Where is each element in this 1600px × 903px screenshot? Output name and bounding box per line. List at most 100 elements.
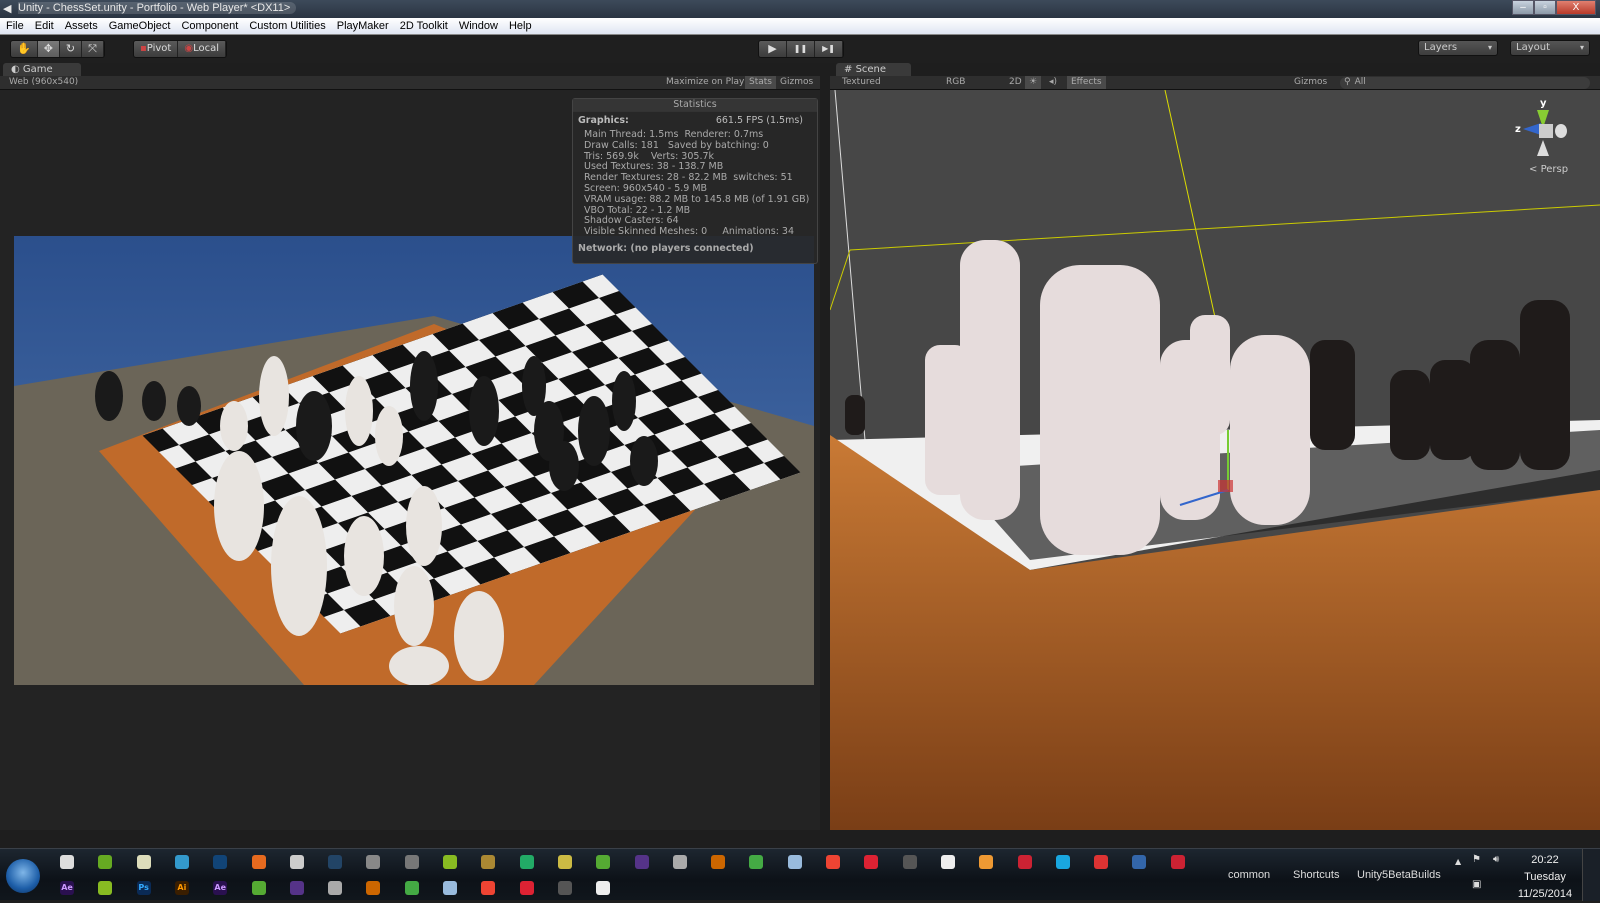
taskbar-hearthstone-icon[interactable] xyxy=(749,855,764,869)
taskbar-logitech-icon[interactable] xyxy=(213,855,228,869)
menu-edit[interactable]: Edit xyxy=(29,18,59,34)
minimize-button[interactable]: – xyxy=(1512,0,1534,15)
pause-button[interactable]: ❚❚ xyxy=(787,41,815,57)
taskbar-notes-icon[interactable] xyxy=(596,855,611,869)
taskbar-app1-icon[interactable] xyxy=(940,855,955,869)
scene-render xyxy=(830,90,1600,830)
menu-custom-utilities[interactable]: Custom Utilities xyxy=(243,18,330,34)
network-tray-icon[interactable]: ▣ xyxy=(1472,879,1481,890)
menu-component[interactable]: Component xyxy=(175,18,243,34)
taskbar-clock-icon[interactable] xyxy=(60,855,74,869)
scene-view[interactable]: y z < Persp xyxy=(830,90,1600,830)
taskbar-warcraft-icon[interactable] xyxy=(711,855,726,869)
taskbar-ae-icon[interactable]: Ae xyxy=(60,881,74,895)
taskbar-firefox-icon[interactable] xyxy=(251,855,266,869)
maximize-on-play-toggle[interactable]: Maximize on Play xyxy=(662,76,748,89)
layers-dropdown[interactable]: Layers xyxy=(1418,40,1498,56)
taskbar-ai-icon[interactable]: Ai xyxy=(174,881,189,895)
step-button[interactable]: ▶❚ xyxy=(815,41,843,57)
taskbar-spotify-icon[interactable] xyxy=(443,855,457,869)
clock[interactable]: 20:22 Tuesday 11/25/2014 xyxy=(1515,852,1575,903)
menu-file[interactable]: File xyxy=(0,18,29,34)
taskbar-paint-icon[interactable] xyxy=(557,881,572,895)
stats-toggle[interactable]: Stats xyxy=(745,76,776,89)
taskbar-camtasia-icon[interactable] xyxy=(404,881,419,895)
rotate-tool-button[interactable]: ↻ xyxy=(60,41,83,57)
taskbar-chrome-icon[interactable] xyxy=(289,855,304,869)
volume-icon[interactable]: 🔊︎ xyxy=(1493,854,1499,865)
toolbar-shortcuts[interactable]: Shortcuts xyxy=(1293,869,1339,881)
menu-window[interactable]: Window xyxy=(453,18,503,34)
taskbar-itunes-icon[interactable] xyxy=(404,855,419,869)
taskbar-notepad-icon[interactable] xyxy=(557,855,572,869)
audio-toggle-icon[interactable]: ◂) xyxy=(1045,76,1061,89)
pivot-button[interactable]: ▪Pivot xyxy=(134,41,179,57)
taskbar-utorrent-icon[interactable] xyxy=(366,855,381,869)
menu-playmaker[interactable]: PlayMaker xyxy=(331,18,394,34)
taskbar-visual-studio-icon[interactable] xyxy=(634,855,649,869)
tray-expand-icon[interactable]: ▲ xyxy=(1455,857,1461,866)
close-button[interactable]: X xyxy=(1556,0,1596,15)
taskbar-app4-icon[interactable] xyxy=(1055,855,1070,869)
effects-dropdown[interactable]: Effects xyxy=(1067,76,1106,89)
taskbar: Ae Ps Ai Ae common Shortcuts Unity5BetaBuil… xyxy=(0,848,1600,903)
scene-search-input[interactable]: ⚲ All xyxy=(1340,77,1590,89)
taskbar-tool-icon[interactable] xyxy=(174,855,189,869)
scene-orientation-gizmo[interactable]: y z < Persp xyxy=(1515,98,1575,178)
taskbar-ae-icon[interactable]: Ae xyxy=(213,881,228,895)
action-center-flag-icon[interactable]: ⚑ xyxy=(1472,854,1481,865)
taskbar-media-encoder-icon[interactable] xyxy=(98,881,113,895)
taskbar-google-earth-icon[interactable] xyxy=(519,881,534,895)
taskbar-bm-icon[interactable] xyxy=(481,855,496,869)
taskbar-league-icon[interactable] xyxy=(672,855,687,869)
menu-help[interactable]: Help xyxy=(503,18,537,34)
taskbar-maya-icon[interactable] xyxy=(328,881,343,895)
taskbar-origin-icon[interactable] xyxy=(826,855,840,869)
move-tool-button[interactable]: ✥ xyxy=(37,41,60,57)
restore-button[interactable]: ▫ xyxy=(1534,0,1556,15)
taskbar-pen-icon[interactable] xyxy=(902,855,917,869)
2d-toggle[interactable]: 2D xyxy=(1005,76,1026,89)
play-button[interactable]: ▶ xyxy=(759,41,787,57)
menu-gameobject[interactable]: GameObject xyxy=(103,18,176,34)
taskbar-app3-icon[interactable] xyxy=(1017,855,1032,869)
taskbar-photoshop-icon[interactable] xyxy=(1132,855,1147,869)
taskbar-chat-icon[interactable] xyxy=(519,855,534,869)
taskbar-app2-icon[interactable] xyxy=(979,855,994,869)
gizmos-dropdown[interactable]: Gizmos xyxy=(776,76,817,89)
clock-time: 20:22 xyxy=(1531,854,1559,866)
menu-assets[interactable]: Assets xyxy=(59,18,103,34)
taskbar-illustrator-icon[interactable] xyxy=(1170,855,1185,869)
lighting-toggle-icon[interactable]: ☀ xyxy=(1025,76,1042,89)
taskbar-steam-icon[interactable] xyxy=(787,855,802,869)
show-desktop-button[interactable] xyxy=(1582,849,1600,901)
taskbar-inkscape-icon[interactable] xyxy=(289,881,304,895)
tab-scene[interactable]: # Scene xyxy=(836,63,911,77)
channel-dropdown[interactable]: RGB xyxy=(942,76,992,89)
taskbar-sketchup-icon[interactable] xyxy=(596,881,611,895)
scale-tool-button[interactable]: ⤧ xyxy=(82,41,104,57)
scene-gizmos-dropdown[interactable]: Gizmos xyxy=(1290,76,1331,89)
taskbar-ps-icon[interactable]: Ps xyxy=(136,881,151,895)
layout-dropdown[interactable]: Layout xyxy=(1510,40,1590,56)
taskbar-network-tool-icon[interactable] xyxy=(98,855,113,869)
taskbar-uplay-icon[interactable] xyxy=(864,855,879,869)
taskbar-blender-icon[interactable] xyxy=(251,881,266,895)
z-axis-label: z xyxy=(1515,124,1521,135)
projection-label[interactable]: < Persp xyxy=(1529,164,1568,175)
taskbar-tool2-icon[interactable] xyxy=(443,881,457,895)
tab-game[interactable]: ◐ Game xyxy=(3,63,81,77)
start-button[interactable] xyxy=(6,859,40,893)
taskbar-explorer-icon[interactable] xyxy=(481,881,496,895)
resolution-dropdown[interactable]: Web (960x540) xyxy=(5,76,82,89)
menu-2d-toolkit[interactable]: 2D Toolkit xyxy=(394,18,453,34)
local-button[interactable]: ◉Local xyxy=(178,41,226,57)
taskbar-nvidia-icon[interactable] xyxy=(328,855,343,869)
render-mode-dropdown[interactable]: Textured xyxy=(838,76,938,89)
taskbar-skype-icon[interactable] xyxy=(136,855,151,869)
taskbar-app5-icon[interactable] xyxy=(1094,855,1109,869)
toolbar-common[interactable]: common xyxy=(1228,869,1270,881)
toolbar-unity5betabuilds[interactable]: Unity5BetaBuilds xyxy=(1357,869,1441,881)
taskbar-unity-icon[interactable] xyxy=(366,881,381,895)
hand-tool-button[interactable]: ✋ xyxy=(11,41,38,57)
